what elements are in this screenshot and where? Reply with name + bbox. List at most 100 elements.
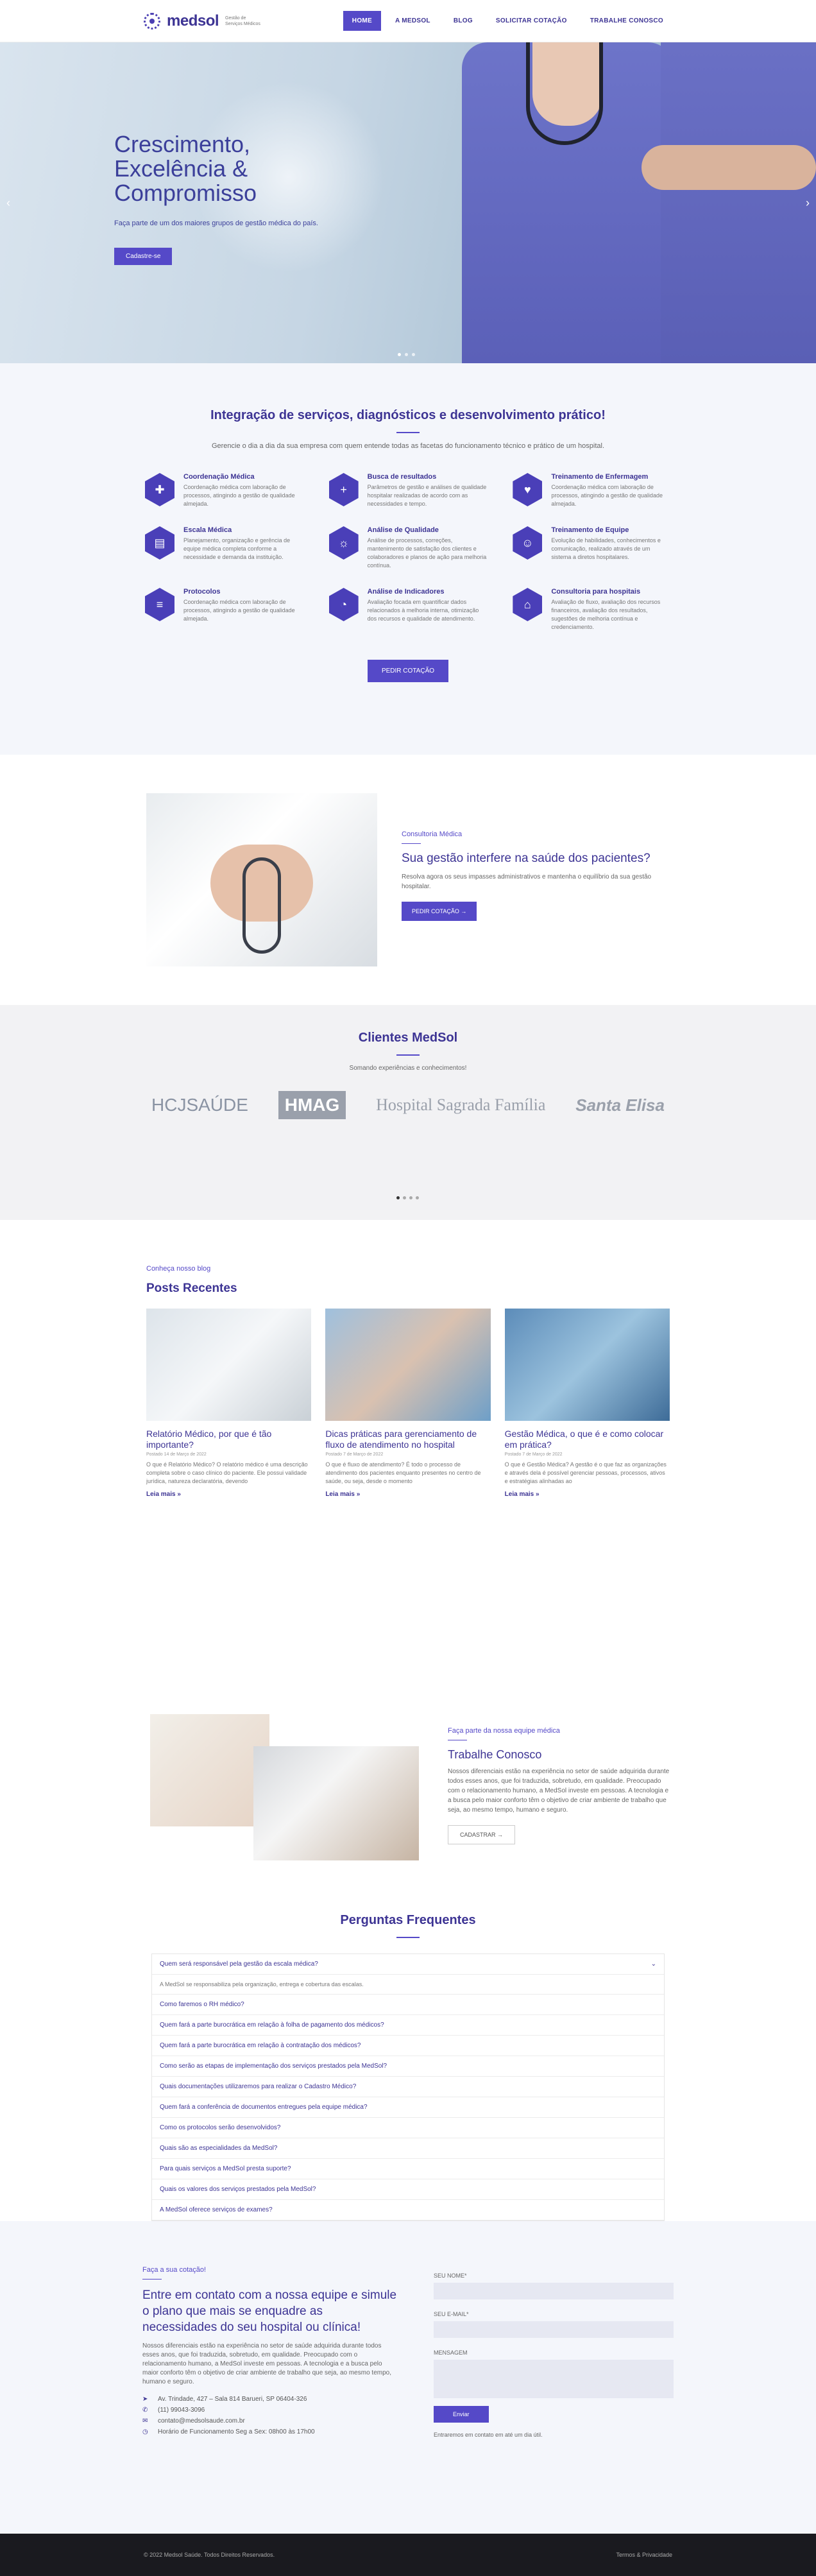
faq-item[interactable]: Quais os valores dos serviços prestados …	[152, 2179, 664, 2200]
carousel-dots	[396, 1196, 419, 1199]
heart-icon: ♥	[513, 473, 543, 506]
blog-section: Conheça nosso blog Posts Recentes Relató…	[0, 1220, 816, 1586]
nav-home[interactable]: HOME	[343, 11, 381, 31]
faq-item[interactable]: A MedSol oferece serviços de exames?	[152, 2200, 664, 2220]
service-title: Escala Médica	[183, 526, 232, 534]
register-button[interactable]: CADASTRAR →	[448, 1825, 516, 1844]
divider	[396, 1054, 420, 1056]
quote-button[interactable]: PEDIR COTAÇÃO	[367, 660, 449, 682]
services-section: Integração de serviços, diagnósticos e d…	[0, 363, 816, 755]
carousel-dot[interactable]	[409, 1196, 412, 1199]
service-item: ☺ Treinamento de Equipe Evolução de habili…	[513, 526, 671, 570]
plus-icon: +	[328, 473, 359, 506]
faq-item[interactable]: Quem fará a parte burocrática em relação…	[152, 2036, 664, 2056]
client-logo-hcj: HCJSAÚDE	[151, 1095, 248, 1115]
chevron-down-icon[interactable]: ⌄	[651, 1954, 656, 1974]
service-desc: Análise de processos, correções, manteni…	[367, 537, 487, 569]
clients-section: Clientes MedSol Somando experiências e c…	[0, 1005, 816, 1220]
name-field[interactable]	[434, 2283, 674, 2299]
logo[interactable]: medsol Gestão de Serviços Médicos	[144, 12, 264, 30]
post-image[interactable]	[146, 1309, 312, 1421]
divider	[142, 2279, 162, 2280]
slider-dot[interactable]	[398, 353, 401, 356]
site-footer: © 2022 Medsol Saúde. Todos Direitos Rese…	[0, 2534, 816, 2576]
copyright: © 2022 Medsol Saúde. Todos Direitos Rese…	[144, 2552, 275, 2558]
post-excerpt: O que é fluxo de atendimento? É todo o p…	[325, 1461, 481, 1484]
faq-item[interactable]: Quem fará a parte burocrática em relação…	[152, 2015, 664, 2036]
posts-list: Relatório Médico, por que é tão importan…	[146, 1309, 670, 1499]
slider-dot[interactable]	[405, 353, 408, 356]
careers-desc: Nossos diferenciais estão na experiência…	[448, 1768, 670, 1814]
faq-question[interactable]: Quem será responsável pela gestão da esc…	[160, 1954, 318, 1974]
prev-arrow-icon[interactable]: ‹	[6, 196, 10, 210]
service-title: Treinamento de Enfermagem	[551, 473, 649, 481]
email-text[interactable]: contato@medsolsaude.com.br	[158, 2417, 245, 2425]
send-button[interactable]: Enviar	[434, 2406, 489, 2423]
read-more-link[interactable]: Leia mais »	[325, 1491, 360, 1498]
consult-quote-button[interactable]: PEDIR COTAÇÃO →	[402, 902, 477, 921]
faq-item[interactable]: Para quais serviços a MedSol presta supo…	[152, 2159, 664, 2179]
pie-chart-icon: ◔	[328, 588, 359, 621]
faq-item[interactable]: Como serão as etapas de implementação do…	[152, 2056, 664, 2077]
stethoscope-graphic	[242, 857, 281, 954]
service-item: ☼ Análise de Qualidade Análise de processo…	[328, 526, 488, 570]
email-label: SEU E-MAIL*	[434, 2311, 469, 2317]
clients-sub: Somando experiências e conhecimentos!	[349, 1065, 467, 1072]
post-excerpt: O que é Relatório Médico? O relatório mé…	[146, 1461, 308, 1484]
post-card[interactable]: Gestão Médica, o que é e como colocar em…	[504, 1309, 670, 1499]
consulting-section: Consultoria Médica Sua gestão interfere …	[0, 755, 816, 1005]
email-field[interactable]	[434, 2321, 674, 2338]
faq-item[interactable]: Como os protocolos serão desenvolvidos?	[152, 2118, 664, 2138]
post-title[interactable]: Dicas práticas para gerenciamento de flu…	[325, 1429, 490, 1450]
nav-blog[interactable]: BLOG	[445, 11, 482, 31]
spacer	[0, 1586, 816, 1663]
faq-item[interactable]: Quais são as especialidades da MedSol?	[152, 2138, 664, 2159]
logo-text: medsol	[167, 12, 219, 30]
services-desc: Gerencie o dia a dia da sua empresa com …	[211, 442, 605, 450]
faq-accordion: Quem será responsável pela gestão da esc…	[151, 1953, 665, 2221]
carousel-dot[interactable]	[403, 1196, 406, 1199]
blog-title: Posts Recentes	[146, 1282, 237, 1295]
nav-quote[interactable]: SOLICITAR COTAÇÃO	[487, 11, 576, 31]
slider-dot[interactable]	[412, 353, 415, 356]
doctor-hands-image	[146, 793, 377, 966]
hero-image-doctor-2	[661, 42, 816, 363]
next-arrow-icon[interactable]: ›	[806, 196, 810, 210]
services-title: Integração de serviços, diagnósticos e d…	[210, 408, 606, 422]
crossed-arms-graphic	[642, 145, 816, 190]
post-card[interactable]: Dicas práticas para gerenciamento de flu…	[325, 1309, 491, 1499]
name-label: SEU NOME*	[434, 2272, 467, 2279]
post-image[interactable]	[325, 1309, 491, 1421]
read-more-link[interactable]: Leia mais »	[505, 1491, 540, 1498]
nav-about[interactable]: A MEDSOL	[386, 11, 439, 31]
message-field[interactable]	[434, 2360, 674, 2398]
service-desc: Evolução de habilidades, conhecimentos e…	[551, 537, 661, 560]
service-desc: Parâmetros de gestão e análises de quali…	[367, 484, 487, 507]
read-more-link[interactable]: Leia mais »	[146, 1491, 181, 1498]
post-title[interactable]: Gestão Médica, o que é e como colocar em…	[505, 1429, 670, 1450]
nav-careers[interactable]: TRABALHE CONOSCO	[581, 11, 672, 31]
post-image[interactable]	[504, 1309, 670, 1421]
post-title[interactable]: Relatório Médico, por que é tão importan…	[146, 1429, 311, 1450]
signup-button[interactable]: Cadastre-se	[114, 248, 173, 265]
privacy-link[interactable]: Termos & Privacidade	[616, 2552, 672, 2558]
carousel-dot[interactable]	[396, 1196, 400, 1199]
contact-desc: Nossos diferenciais estão na experiência…	[142, 2342, 391, 2385]
service-desc: Coordenação médica com laboração de proc…	[551, 484, 663, 507]
carousel-dot[interactable]	[416, 1196, 419, 1199]
phone-text[interactable]: (11) 99043-3096	[158, 2407, 205, 2414]
logo-icon	[144, 12, 160, 30]
careers-image-2	[253, 1746, 419, 1860]
faq-item[interactable]: Quem fará a conferência de documentos en…	[152, 2097, 664, 2118]
post-card[interactable]: Relatório Médico, por que é tão importan…	[146, 1309, 312, 1499]
services-grid: ✚ Coordenação Médica Coordenação médica co…	[145, 473, 671, 631]
faq-item[interactable]: Como faremos o RH médico?	[152, 1995, 664, 2015]
faq-item[interactable]: Quais documentações utilizaremos para re…	[152, 2077, 664, 2097]
service-desc: Avaliação focada em quantificar dados re…	[367, 599, 479, 622]
stethoscope-graphic	[526, 42, 603, 145]
main-nav: HOME A MEDSOL BLOG SOLICITAR COTAÇÃO TRA…	[343, 11, 672, 31]
service-title: Análise de Qualidade	[367, 526, 439, 534]
hospital-icon: ⌂	[513, 588, 543, 621]
faq-item[interactable]: Quem será responsável pela gestão da esc…	[152, 1954, 664, 1975]
hero-title: Crescimento, Excelência & Compromisso	[114, 131, 257, 206]
